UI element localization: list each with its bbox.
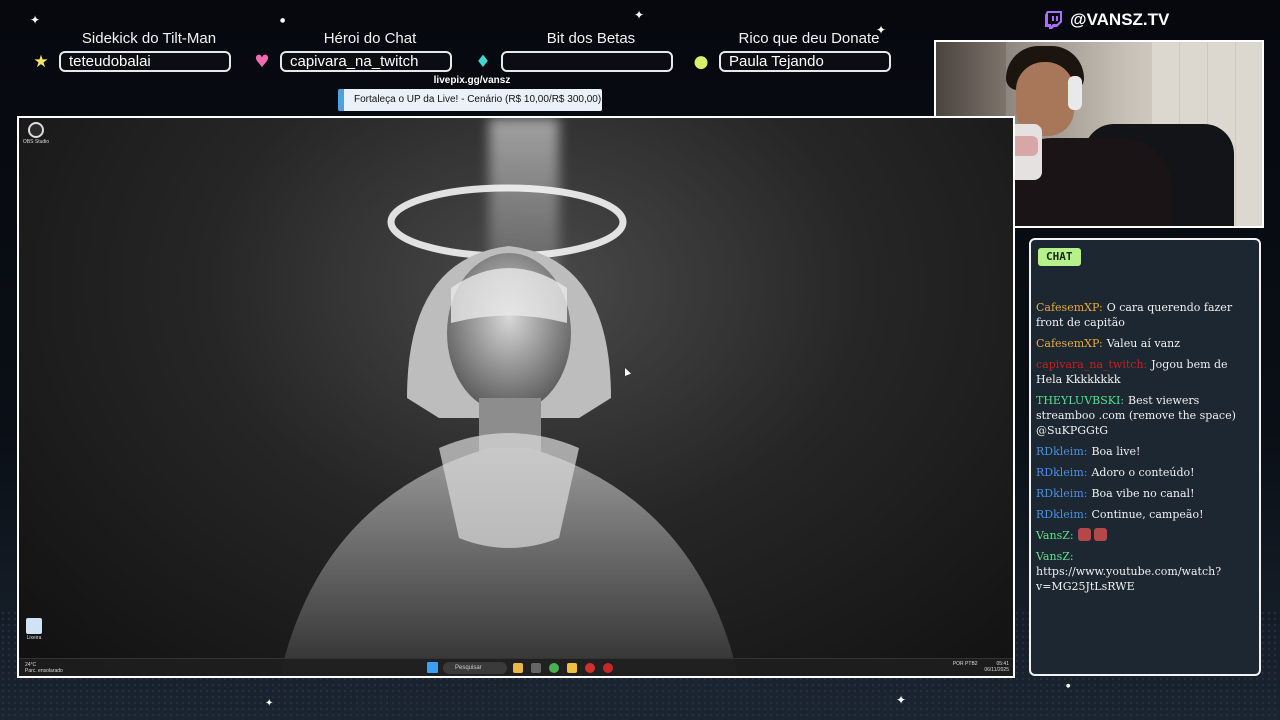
recycle-bin-icon <box>26 618 42 634</box>
chat-message: capivara_na_twitch: Jogou bem de Hela Kkk… <box>1036 357 1254 387</box>
desktop-capture: OBS Studio Lixeira 24°C Parc. ensolarado… <box>17 116 1015 678</box>
obs-taskbar-icon[interactable] <box>603 663 613 673</box>
weather-widget[interactable]: 24°C Parc. ensolarado <box>25 662 63 674</box>
system-tray[interactable]: POR PTB2 05:41 06/11/2025 <box>953 661 1009 673</box>
chat-text: Boa vibe no canal! <box>1091 487 1195 500</box>
chat-text: Boa live! <box>1091 445 1141 458</box>
chat-message: VansZ: <box>1036 528 1254 543</box>
chat-message: VansZ: https://www.youtube.com/watch?v=MG… <box>1036 549 1254 594</box>
sparkle-icon: ✦ <box>265 698 274 709</box>
sparkle-icon: ✦ <box>896 693 907 707</box>
channel-handle: @VANSZ.TV <box>1070 10 1170 29</box>
chat-text: Continue, campeão! <box>1091 508 1204 521</box>
hype-emote-icon <box>1077 528 1091 541</box>
donation-goal-text: Fortaleça o UP da Live! - Cenário (R$ 10… <box>354 94 602 105</box>
sparkle-icon: ✦ <box>30 13 41 27</box>
hype-emote-icon <box>1093 528 1107 541</box>
supporter-title: Sidekick do Tilt-Man <box>81 30 217 47</box>
donation-url[interactable]: livepix.gg/vansz <box>422 75 522 86</box>
supporter-name: teteudobalai <box>59 51 231 72</box>
chat-message: CafesemXP: O cara querendo fazer front de… <box>1036 300 1254 330</box>
diamond-icon: ♦ <box>475 52 491 72</box>
star-icon: ★ <box>33 52 49 72</box>
donation-goal-bar: Fortaleça o UP da Live! - Cenário (R$ 10… <box>338 89 602 111</box>
chat-username[interactable]: VansZ: <box>1036 529 1074 542</box>
chat-username[interactable]: CafesemXP: <box>1036 301 1103 314</box>
chat-text: Adoro o conteúdo! <box>1091 466 1195 479</box>
chat-username[interactable]: RDkleim: <box>1036 445 1087 458</box>
chat-message: RDkleim: Boa live! <box>1036 444 1254 459</box>
language-indicator: POR PTB2 <box>952 661 978 667</box>
chat-username[interactable]: RDkleim: <box>1036 466 1087 479</box>
taskbar: 24°C Parc. ensolarado Pesquisar POR PTB2… <box>19 658 1013 676</box>
twitch-icon <box>1045 11 1062 29</box>
wallpaper-figure <box>279 184 739 676</box>
brand: @VANSZ.TV <box>1044 9 1169 31</box>
sparkle-icon: ● <box>280 17 286 24</box>
supporter-name <box>501 51 673 72</box>
chat-text[interactable]: https://www.youtube.com/watch?v=MG25JtLs… <box>1036 565 1221 593</box>
coin-icon: ● <box>693 52 709 72</box>
chat-username[interactable]: RDkleim: <box>1036 487 1087 500</box>
chat-message: CafesemXP: Valeu aí vanz <box>1036 336 1254 351</box>
clock-date: 06/11/2025 <box>984 667 1009 673</box>
chat-username[interactable]: THEYLUVBSKI: <box>1036 394 1124 407</box>
folder-icon[interactable] <box>567 663 577 673</box>
start-button[interactable] <box>427 662 438 673</box>
supporter-title: Rico que deu Donate <box>738 30 880 47</box>
obs-icon <box>28 122 44 138</box>
chat-message: RDkleim: Adoro o conteúdo! <box>1036 465 1254 480</box>
task-view-icon[interactable] <box>531 663 541 673</box>
file-explorer-icon[interactable] <box>513 663 523 673</box>
supporter-name: capivara_na_twitch <box>280 51 452 72</box>
chat-message: RDkleim: Boa vibe no canal! <box>1036 486 1254 501</box>
supporter-name: Paula Tejando <box>719 51 891 72</box>
chrome-icon[interactable] <box>549 663 559 673</box>
chat-message: RDkleim: Continue, campeão! <box>1036 507 1254 522</box>
chat-username[interactable]: CafesemXP: <box>1036 337 1103 350</box>
supporter-title: Bit dos Betas <box>546 30 636 47</box>
supporter-title: Héroi do Chat <box>323 30 417 47</box>
search-placeholder: Pesquisar <box>455 665 482 671</box>
heart-icon: ♥ <box>254 52 270 72</box>
chat-panel: CHAT CafesemXP: O cara querendo fazer fro… <box>1029 238 1261 676</box>
chat-text: Valeu aí vanz <box>1106 337 1181 350</box>
chat-username[interactable]: RDkleim: <box>1036 508 1087 521</box>
chat-tag: CHAT <box>1038 248 1081 266</box>
chat-message: THEYLUVBSKI: Best viewers streamboo .com … <box>1036 393 1254 438</box>
opera-icon[interactable] <box>585 663 595 673</box>
chat-username[interactable]: capivara_na_twitch: <box>1036 358 1147 371</box>
desktop-icon-recycle-bin[interactable]: Lixeira <box>19 618 49 641</box>
chat-list: CafesemXP: O cara querendo fazer front de… <box>1036 300 1254 600</box>
chat-username[interactable]: VansZ: <box>1036 550 1074 563</box>
desktop-icon-obs[interactable]: OBS Studio <box>21 122 51 145</box>
sparkle-icon: ✦ <box>634 8 645 22</box>
sparkle-icon: ● <box>1066 683 1071 689</box>
taskbar-search[interactable]: Pesquisar <box>443 662 507 674</box>
